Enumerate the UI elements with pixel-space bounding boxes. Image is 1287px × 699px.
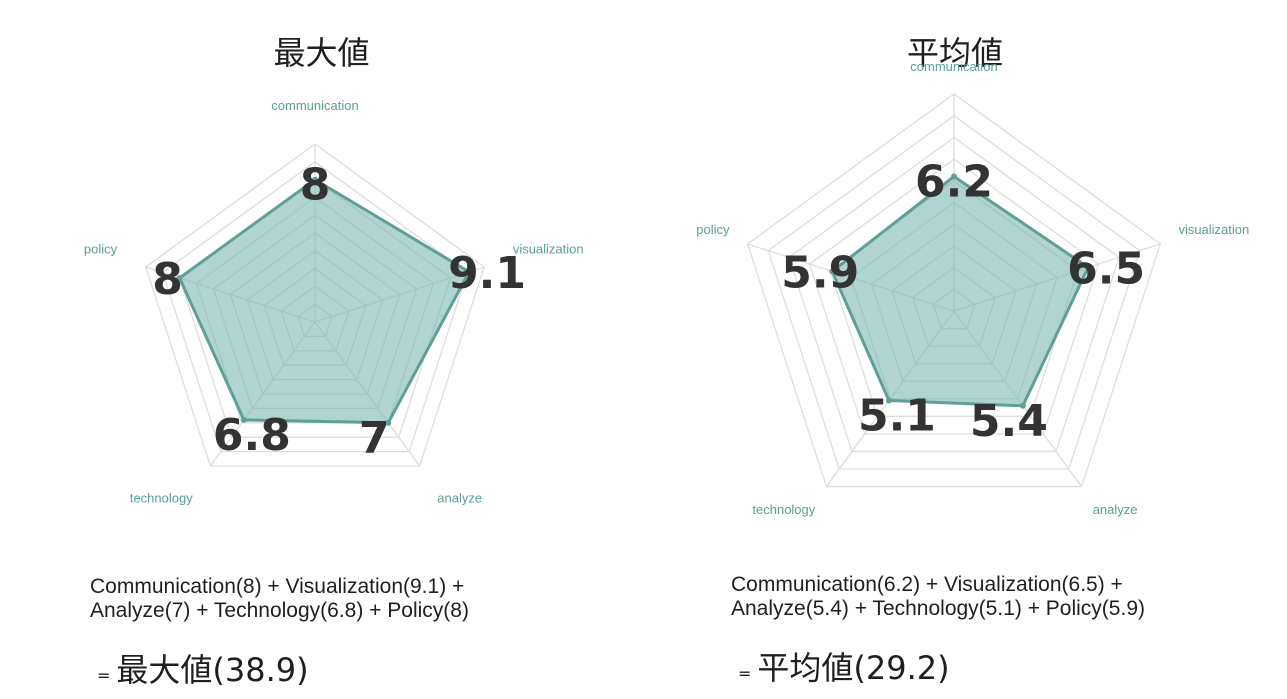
result-text: = 平均値(29.2): [738, 643, 950, 689]
value-label: 6.5: [1067, 243, 1145, 294]
formula-line: Communication(8) + Visualization(9.1) +: [90, 575, 465, 598]
formula-text: Communication(6.2) + Visualization(6.5) …: [731, 573, 1145, 621]
avg-radar-panel: 平均値 communication visualization analyze tec…: [643, 0, 1287, 699]
result-text: = 最大値(38.9): [97, 645, 309, 691]
value-label: 5.1: [858, 391, 936, 442]
axis-label: analyze: [1093, 502, 1138, 517]
value-label: 8: [300, 160, 331, 211]
max-radar-chart: communicationvisualizationanalyzetechnol…: [84, 98, 584, 505]
value-label: 9.1: [448, 248, 526, 299]
result-value: 平均値(29.2): [757, 649, 950, 687]
result-value: 最大値(38.9): [116, 651, 309, 689]
value-label: 8: [152, 254, 183, 305]
max-radar-panel: 最大値 communication visualization analyze tec…: [0, 0, 643, 699]
formula-line: Communication(6.2) + Visualization(6.5) …: [731, 573, 1123, 596]
data-series-area: [178, 178, 471, 425]
value-label: 7: [359, 413, 390, 464]
axis-label: analyze: [437, 490, 482, 505]
formula-line: Analyze(7) + Technology(6.8) + Policy(8): [90, 599, 469, 622]
equals-sign: =: [97, 666, 111, 685]
axis-label: communication: [910, 59, 997, 74]
axis-label: policy: [696, 222, 730, 237]
axis-label: technology: [130, 490, 193, 505]
value-label: 5.4: [970, 396, 1048, 447]
axis-label: technology: [752, 502, 815, 517]
axis-label: visualization: [1178, 222, 1249, 237]
value-label: 6.2: [915, 156, 993, 207]
axis-label: communication: [271, 98, 358, 113]
data-series-area: [830, 174, 1090, 408]
value-label: 5.9: [781, 247, 859, 298]
equals-sign: =: [738, 664, 752, 683]
formula-line: Analyze(5.4) + Technology(5.1) + Policy(…: [731, 597, 1145, 620]
avg-radar-chart: communication visualization analyze technol…: [696, 59, 1249, 517]
value-label: 6.8: [213, 410, 291, 461]
formula-text: Communication(8) + Visualization(9.1) + …: [90, 575, 469, 623]
axis-label: policy: [84, 242, 118, 257]
